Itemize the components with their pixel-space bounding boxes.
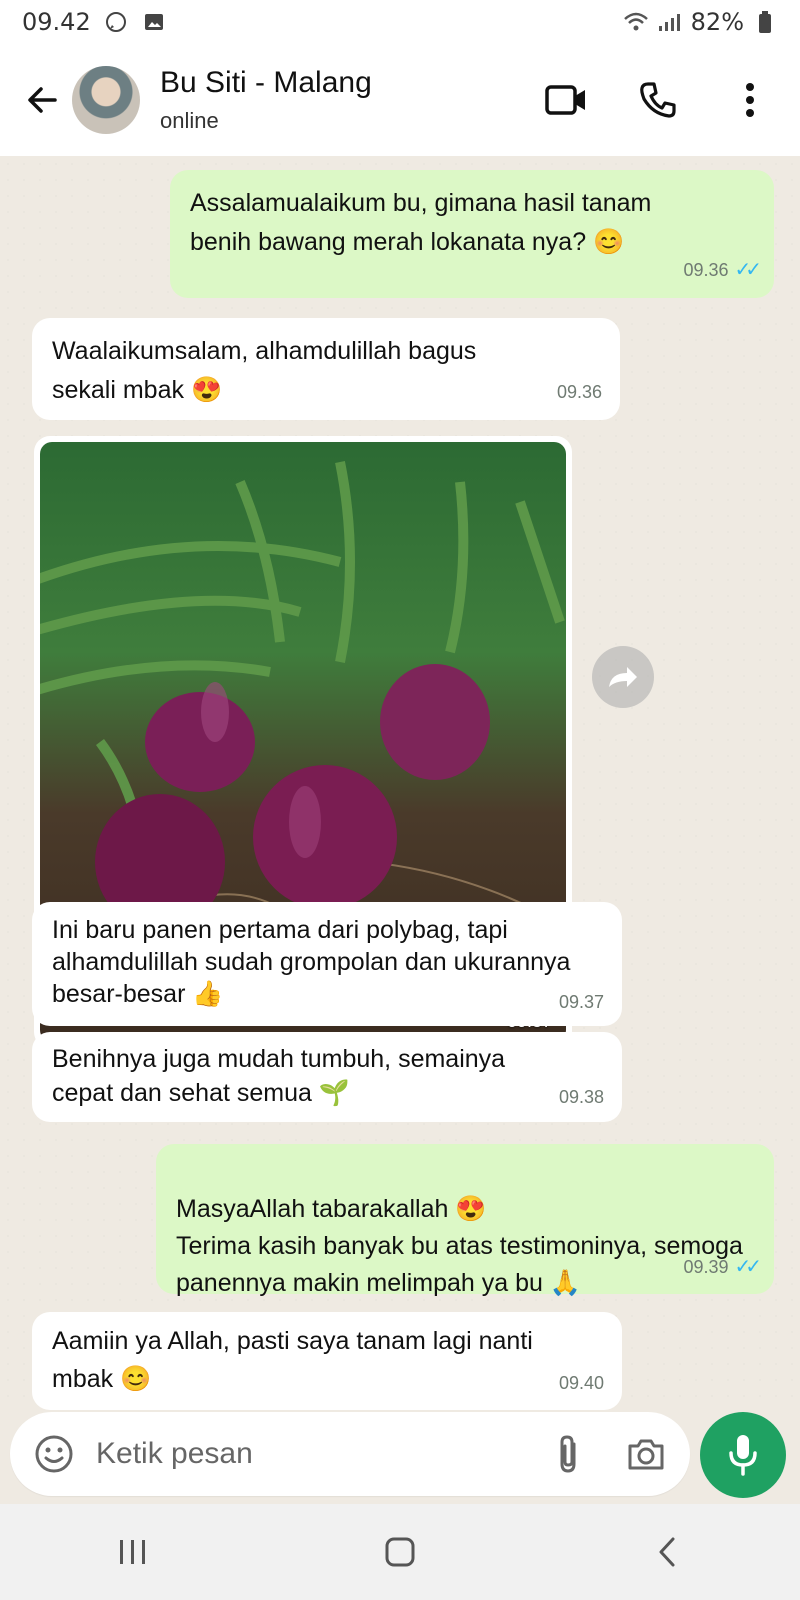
message-time: 09.37 (558, 992, 604, 1012)
contact-name: Bu Siti - Malang (160, 66, 372, 99)
recent-apps-icon[interactable] (98, 1522, 168, 1582)
video-call-icon[interactable] (544, 78, 588, 122)
message-incoming[interactable]: Ini baru panen pertama dari polybag, tap… (32, 902, 622, 1026)
home-icon[interactable] (365, 1522, 435, 1582)
composer-bar (0, 1404, 800, 1504)
message-text: Benihnya juga mudah tumbuh, semainya cep… (52, 1045, 506, 1107)
mic-icon (729, 1435, 757, 1476)
battery-icon (752, 9, 778, 35)
voice-call-icon[interactable] (636, 78, 680, 122)
message-text: Assalamualaikum bu, gimana hasil tanam b… (190, 189, 652, 256)
message-time: 09.36 (556, 382, 602, 402)
message-incoming[interactable]: Aamiin ya Allah, pasti saya tanam lagi n… (32, 1312, 622, 1410)
read-ticks-icon: ✓✓ (734, 1256, 761, 1278)
message-time: 09.39 (683, 1257, 729, 1277)
forward-icon[interactable] (592, 646, 654, 708)
system-nav-bar (0, 1504, 800, 1600)
back-icon[interactable] (632, 1522, 702, 1582)
chat-area[interactable]: Assalamualaikum bu, gimana hasil tanam b… (0, 156, 800, 1410)
message-text: Aamiin ya Allah, pasti saya tanam lagi n… (52, 1327, 533, 1393)
status-time: 09.42 (22, 8, 91, 36)
message-text: Waalaikumsalam, alhamdulillah bagus seka… (52, 337, 477, 404)
message-text: Ini baru panen pertama dari polybag, tap… (52, 916, 571, 1008)
message-time: 09.36 (683, 260, 729, 280)
battery-percent: 82% (690, 8, 744, 36)
more-icon[interactable] (728, 78, 772, 122)
whatsapp-icon (103, 9, 129, 35)
message-incoming[interactable]: Benihnya juga mudah tumbuh, semainya cep… (32, 1032, 622, 1122)
message-input[interactable] (94, 1436, 512, 1472)
mic-button[interactable] (700, 1412, 786, 1498)
read-ticks-icon: ✓✓ (734, 259, 761, 281)
message-outgoing[interactable]: Assalamualaikum bu, gimana hasil tanam b… (170, 170, 774, 298)
signal-icon (657, 9, 683, 35)
emoji-icon[interactable] (32, 1432, 76, 1476)
message-time: 09.38 (558, 1087, 604, 1107)
wifi-icon (623, 9, 649, 35)
gallery-icon (141, 9, 167, 35)
attach-icon[interactable] (546, 1432, 590, 1476)
message-incoming[interactable]: Waalaikumsalam, alhamdulillah bagus seka… (32, 318, 620, 420)
chat-header: Bu Siti - Malang online (0, 44, 800, 156)
message-time: 09.40 (558, 1373, 604, 1393)
avatar[interactable] (72, 66, 140, 134)
status-bar: 09.42 82% (0, 0, 800, 44)
message-text: MasyaAllah tabarakallah 😍 Terima kasih b… (176, 1195, 743, 1297)
back-arrow-icon[interactable] (22, 80, 62, 120)
message-outgoing[interactable]: MasyaAllah tabarakallah 😍 Terima kasih b… (156, 1144, 774, 1297)
contact-info[interactable]: Bu Siti - Malang online (160, 66, 544, 134)
camera-icon[interactable] (624, 1432, 668, 1476)
contact-status: online (160, 108, 219, 133)
composer-pill (10, 1412, 690, 1496)
